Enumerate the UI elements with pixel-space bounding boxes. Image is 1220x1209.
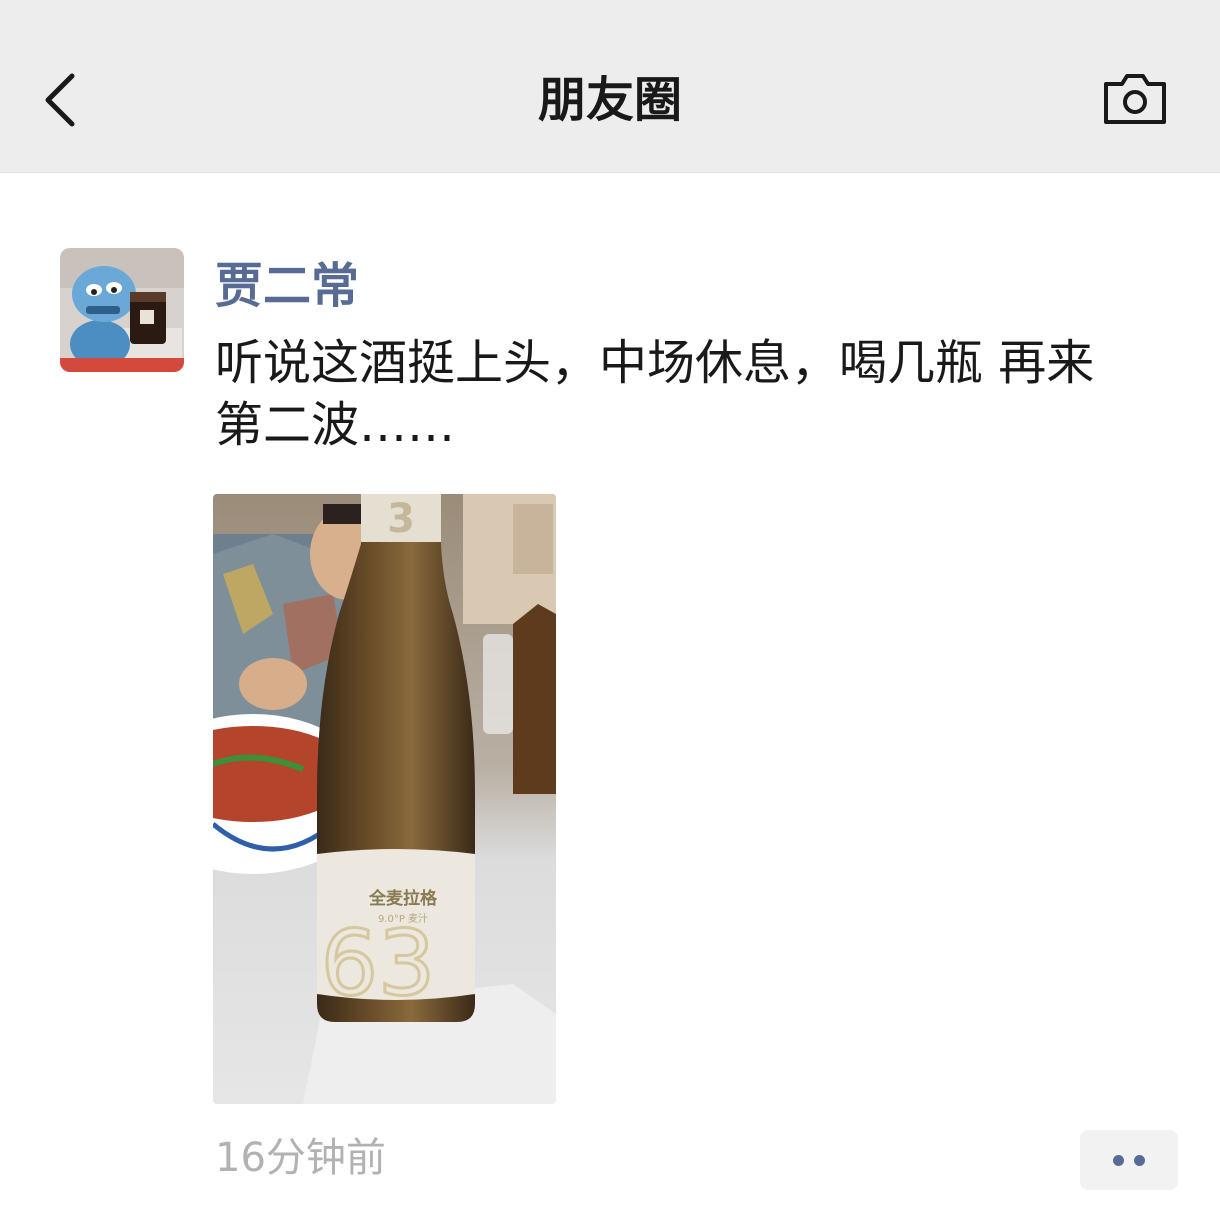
bottle-label-title: 全麦拉格 <box>368 888 438 909</box>
bottle-cap-number: 3 <box>387 496 415 542</box>
post-timestamp: 16分钟前 <box>215 1135 386 1181</box>
more-actions-button[interactable] <box>1080 1130 1178 1190</box>
post-text: 听说这酒挺上头，中场休息，喝几瓶 再来 第二波…… <box>215 335 1095 453</box>
avatar-image <box>60 248 184 372</box>
camera-button[interactable] <box>1100 70 1170 128</box>
avatar[interactable] <box>60 248 184 372</box>
post-author-name[interactable]: 贾二常 <box>215 256 359 316</box>
page-title: 朋友圈 <box>537 72 682 128</box>
camera-icon <box>1104 74 1166 124</box>
svg-text:63: 63 <box>321 911 436 1016</box>
post-photo[interactable]: 3 全麦拉格 9.0°P 麦汁 63 <box>213 494 556 1104</box>
top-nav-bar: 朋友圈 <box>0 0 1220 173</box>
beer-bottle-photo: 3 全麦拉格 9.0°P 麦汁 63 <box>213 494 556 1104</box>
moments-post: 贾二常 听说这酒挺上头，中场休息，喝几瓶 再来 第二波…… 3 全麦拉格 9.0… <box>0 172 1220 1209</box>
